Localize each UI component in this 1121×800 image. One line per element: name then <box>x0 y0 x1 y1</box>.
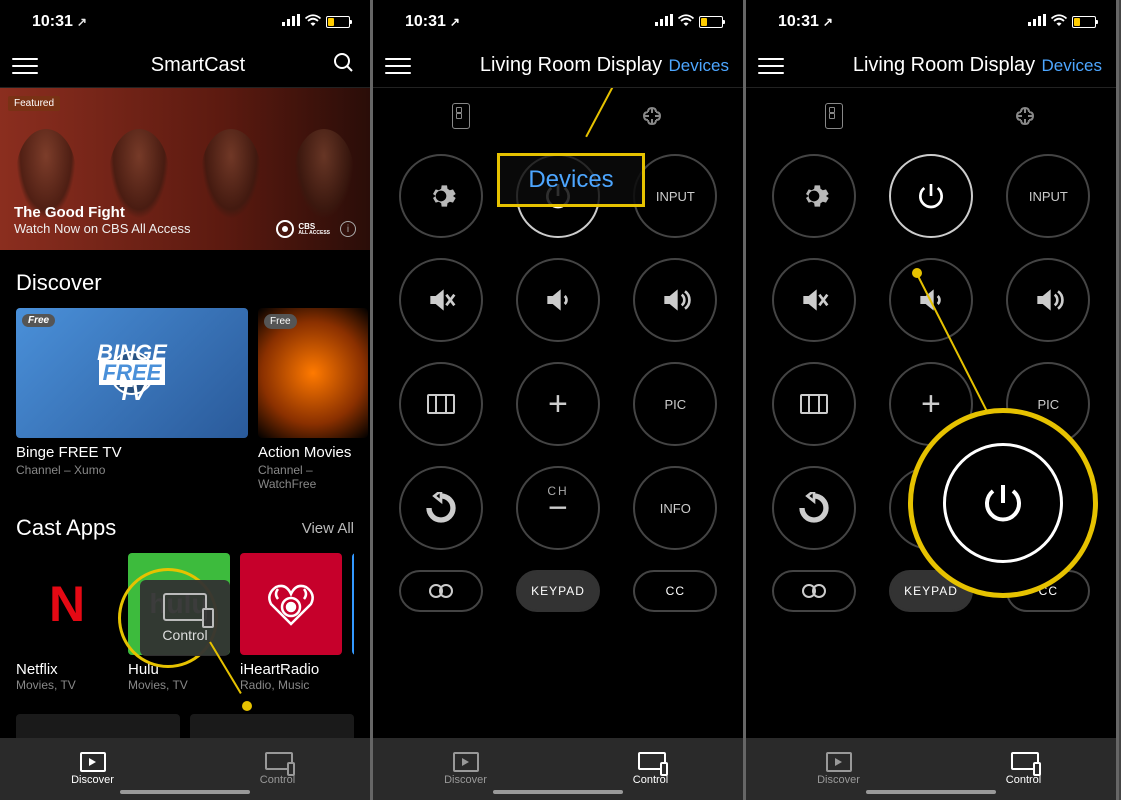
channel-down-button[interactable]: − <box>516 466 600 550</box>
screenshot-1-discover: 10:31 ↗ SmartCast Featured The Good Figh… <box>0 0 373 800</box>
control-tab-callout: Control <box>140 580 230 656</box>
tile-subtitle: Channel – WatchFree <box>258 463 368 491</box>
settings-button[interactable] <box>772 154 856 238</box>
input-button[interactable]: INPUT <box>1006 154 1090 238</box>
status-bar: 10:31 ↗ <box>0 0 370 44</box>
content-tile[interactable] <box>16 714 180 738</box>
control-icon <box>638 752 664 772</box>
power-icon <box>943 443 1063 563</box>
discover-icon <box>80 752 106 772</box>
app-title: SmartCast <box>38 54 358 77</box>
iheartradio-icon <box>240 553 342 655</box>
wifi-icon <box>304 13 322 32</box>
discover-icon <box>826 752 852 772</box>
featured-title: The Good Fight <box>14 204 356 221</box>
tab-bar: Discover Control <box>746 738 1116 800</box>
link-button[interactable] <box>772 570 856 612</box>
info-icon[interactable]: i <box>340 221 356 237</box>
menu-button[interactable] <box>385 58 411 74</box>
battery-icon <box>1072 16 1096 28</box>
netflix-icon: N <box>16 553 118 655</box>
back-button[interactable] <box>399 466 483 550</box>
battery-icon <box>326 16 350 28</box>
remote-layout-icon[interactable] <box>825 103 843 129</box>
aspect-button[interactable] <box>399 362 483 446</box>
menu-button[interactable] <box>12 58 38 74</box>
app-header: SmartCast <box>0 44 370 88</box>
home-indicator[interactable] <box>120 790 250 794</box>
app-header: Living Room Display Devices <box>373 44 743 88</box>
volume-up-button[interactable] <box>1006 258 1090 342</box>
status-time: 10:31 <box>32 13 73 31</box>
app-tile-vudu[interactable]: Vu <box>352 553 354 692</box>
tile-title: Binge FREE TV <box>16 444 248 461</box>
keypad-button[interactable]: KEYPAD <box>516 570 600 612</box>
callout-dot <box>242 701 252 711</box>
menu-button[interactable] <box>758 58 784 74</box>
tab-bar: Discover Control <box>0 738 370 800</box>
volume-down-button[interactable] <box>516 258 600 342</box>
cast-apps-title: Cast Apps <box>16 515 116 541</box>
power-callout <box>908 408 1098 598</box>
screenshot-2-remote: 10:31↗ Living Room Display Devices INPUT… <box>373 0 746 800</box>
pic-button[interactable]: PIC <box>633 362 717 446</box>
content-tile[interactable] <box>190 714 354 738</box>
vudu-icon: Vu <box>352 553 354 655</box>
free-badge: Free <box>264 314 297 329</box>
aspect-icon <box>427 394 455 414</box>
devices-link[interactable]: Devices <box>1042 56 1102 76</box>
home-indicator[interactable] <box>493 790 623 794</box>
link-button[interactable] <box>399 570 483 612</box>
devices-callout: Devices <box>497 153 645 207</box>
info-button[interactable]: INFO <box>633 466 717 550</box>
app-tile-iheartradio[interactable]: iHeartRadio Radio, Music <box>240 553 342 692</box>
app-tile-netflix[interactable]: N Netflix Movies, TV <box>16 553 118 692</box>
battery-icon <box>699 16 723 28</box>
tile-subtitle: Channel – Xumo <box>16 463 248 477</box>
app-header: Living Room Display Devices <box>746 44 1116 88</box>
discover-icon <box>453 752 479 772</box>
featured-banner[interactable]: Featured The Good Fight Watch Now on CBS… <box>0 88 370 250</box>
tab-bar: Discover Control <box>373 738 743 800</box>
wifi-icon <box>1050 13 1068 32</box>
channel-up-button[interactable]: + <box>516 362 600 446</box>
add-device-icon[interactable] <box>640 104 664 128</box>
aspect-button[interactable] <box>772 362 856 446</box>
wifi-icon <box>677 13 695 32</box>
screenshot-3-power: 10:31↗ Living Room Display Devices INPUT… <box>746 0 1119 800</box>
cc-button[interactable]: CC <box>633 570 717 612</box>
status-bar: 10:31↗ <box>746 0 1116 44</box>
cell-signal-icon <box>282 13 300 31</box>
provider-logo: CBSALL ACCESS i <box>276 220 356 238</box>
search-button[interactable] <box>332 51 356 80</box>
back-button[interactable] <box>772 466 856 550</box>
cell-signal-icon <box>1028 13 1046 31</box>
mute-button[interactable] <box>399 258 483 342</box>
mute-button[interactable] <box>772 258 856 342</box>
free-badge: Free <box>22 314 55 327</box>
discover-section-title: Discover <box>0 250 370 308</box>
input-button[interactable]: INPUT <box>633 154 717 238</box>
featured-badge: Featured <box>8 96 60 111</box>
control-icon <box>163 593 207 621</box>
view-all-link[interactable]: View All <box>302 520 354 537</box>
content-tile[interactable]: Free Action Movies Channel – WatchFree <box>258 308 368 491</box>
control-icon <box>265 752 291 772</box>
tile-title: Action Movies <box>258 444 368 461</box>
add-device-icon[interactable] <box>1013 104 1037 128</box>
volume-up-button[interactable] <box>633 258 717 342</box>
location-arrow-icon: ↗ <box>77 15 87 29</box>
cell-signal-icon <box>655 13 673 31</box>
devices-link[interactable]: Devices <box>669 56 729 76</box>
channel-label: CH <box>547 484 568 498</box>
power-button[interactable] <box>889 154 973 238</box>
settings-button[interactable] <box>399 154 483 238</box>
home-indicator[interactable] <box>866 790 996 794</box>
content-tile[interactable]: Free BINGEFREETV Binge FREE TV Channel –… <box>16 308 248 491</box>
remote-layout-icon[interactable] <box>452 103 470 129</box>
status-bar: 10:31↗ <box>373 0 743 44</box>
control-icon <box>1011 752 1037 772</box>
aspect-icon <box>800 394 828 414</box>
